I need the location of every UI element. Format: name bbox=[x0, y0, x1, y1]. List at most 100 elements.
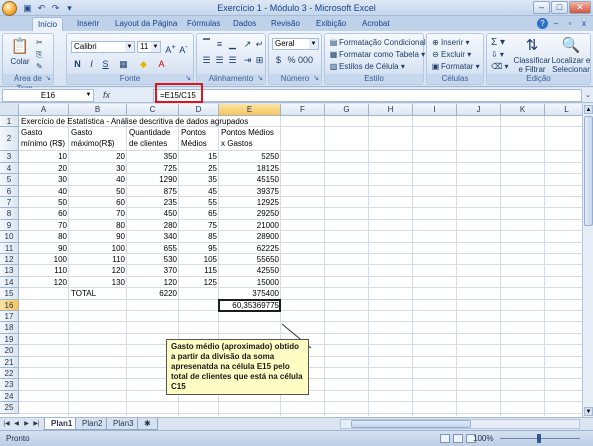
tab-dados[interactable]: Dados bbox=[228, 17, 261, 31]
data-cell[interactable]: 90 bbox=[19, 244, 69, 254]
data-cell[interactable]: 725 bbox=[127, 164, 179, 174]
row-header-25[interactable]: 25 bbox=[0, 402, 19, 414]
name-box[interactable]: E16 ▼ bbox=[2, 89, 94, 102]
close-button[interactable]: ✕ bbox=[569, 1, 591, 14]
data-cell[interactable]: 28900 bbox=[219, 232, 281, 242]
cell-styles-button[interactable]: ▧ Estilos de Célula ▾ bbox=[328, 61, 405, 72]
copy-icon[interactable]: ⎘ bbox=[36, 49, 42, 60]
fill-icon[interactable]: ⇩ ▾ bbox=[491, 49, 504, 60]
header-cell-d-line2[interactable]: Médios bbox=[179, 139, 209, 149]
column-header-g[interactable]: G bbox=[325, 104, 369, 116]
number-format-select[interactable]: Geral ▼ bbox=[272, 38, 319, 50]
select-all-corner[interactable] bbox=[0, 104, 19, 116]
data-cell[interactable]: 105 bbox=[179, 255, 219, 265]
comma-icon[interactable]: 000 bbox=[298, 54, 313, 66]
data-cell[interactable]: 65 bbox=[179, 209, 219, 219]
underline-button[interactable]: S bbox=[99, 58, 112, 70]
tab-formulas[interactable]: Fórmulas bbox=[182, 17, 225, 31]
delete-button[interactable]: ⊖ Excluir ▾ bbox=[430, 49, 471, 60]
horizontal-scrollbar[interactable] bbox=[340, 419, 580, 429]
row-header-23[interactable]: 23 bbox=[0, 379, 19, 391]
column-header-l[interactable]: L bbox=[545, 104, 582, 116]
row-header-3[interactable]: 3 bbox=[0, 151, 19, 163]
tab-acrobat[interactable]: Acrobat bbox=[357, 17, 395, 31]
formula-input[interactable]: =E15/C15 bbox=[153, 89, 582, 102]
row-header-1[interactable]: 1 bbox=[0, 116, 19, 128]
data-cell[interactable]: 10 bbox=[19, 152, 69, 162]
data-cell[interactable]: 18125 bbox=[219, 164, 281, 174]
last-sheet-icon[interactable]: ▶| bbox=[32, 419, 41, 429]
tab-inserir[interactable]: Inserir bbox=[72, 17, 104, 31]
data-cell[interactable]: 80 bbox=[19, 232, 69, 242]
row-header-7[interactable]: 7 bbox=[0, 197, 19, 209]
data-cell[interactable]: 340 bbox=[127, 232, 179, 242]
data-cell[interactable]: 55 bbox=[179, 198, 219, 208]
cut-icon[interactable]: ✂ bbox=[36, 37, 43, 48]
data-cell[interactable]: 15 bbox=[179, 152, 219, 162]
next-sheet-icon[interactable]: ▶ bbox=[22, 419, 31, 429]
data-cell[interactable]: 70 bbox=[19, 221, 69, 231]
zoom-level[interactable]: 100% bbox=[473, 434, 493, 443]
header-cell-e[interactable]: Pontos Médios bbox=[219, 128, 276, 138]
data-cell[interactable]: 45 bbox=[179, 187, 219, 197]
header-cell-a[interactable]: Gasto bbox=[19, 128, 44, 138]
row-header-5[interactable]: 5 bbox=[0, 174, 19, 186]
data-cell[interactable]: 45150 bbox=[219, 175, 281, 185]
data-cell[interactable]: 1290 bbox=[127, 175, 179, 185]
tab-inicio[interactable]: Início bbox=[32, 17, 64, 31]
data-cell[interactable]: 130 bbox=[69, 278, 127, 288]
column-header-b[interactable]: B bbox=[69, 104, 127, 116]
help-icon[interactable]: ? bbox=[537, 18, 548, 29]
column-header-i[interactable]: I bbox=[413, 104, 457, 116]
column-header-a[interactable]: A bbox=[19, 104, 69, 116]
hscroll-thumb[interactable] bbox=[351, 420, 471, 428]
header-cell-c-line2[interactable]: de clientes bbox=[127, 139, 169, 149]
data-cell[interactable]: 70 bbox=[69, 209, 127, 219]
data-cell[interactable]: 62225 bbox=[219, 244, 281, 254]
ribbon-restore-icon[interactable]: ▫ bbox=[564, 18, 576, 29]
data-cell[interactable]: 40 bbox=[19, 187, 69, 197]
tab-layout[interactable]: Layout da Página bbox=[110, 17, 182, 31]
data-cell[interactable]: 39375 bbox=[219, 187, 281, 197]
data-cell[interactable]: 85 bbox=[179, 232, 219, 242]
autosum-icon[interactable]: Σ ▾ bbox=[491, 37, 505, 48]
data-cell[interactable]: 370 bbox=[127, 266, 179, 276]
data-cell[interactable]: 25 bbox=[179, 164, 219, 174]
align-right-icon[interactable]: ☰ bbox=[226, 54, 239, 66]
data-cell[interactable]: 80 bbox=[69, 221, 127, 231]
find-select-button[interactable]: 🔍 Localizar e Selecionar bbox=[551, 36, 591, 74]
row-header-8[interactable]: 8 bbox=[0, 208, 19, 220]
tab-exibicao[interactable]: Exibição bbox=[311, 17, 351, 31]
data-cell[interactable]: 110 bbox=[19, 266, 69, 276]
clear-icon[interactable]: ⌫ ▾ bbox=[491, 61, 509, 72]
row-header-6[interactable]: 6 bbox=[0, 185, 19, 197]
format-button[interactable]: ▣ Formatar ▾ bbox=[430, 61, 480, 72]
column-header-e[interactable]: E bbox=[219, 104, 281, 116]
data-cell[interactable]: 115 bbox=[179, 266, 219, 276]
conditional-format-button[interactable]: ▤Formatação Condicional ▾ bbox=[328, 37, 432, 48]
row-header-15[interactable]: 15 bbox=[0, 288, 19, 300]
align-bottom-icon[interactable]: ▁ bbox=[226, 38, 239, 50]
data-cell[interactable]: 29250 bbox=[219, 209, 281, 219]
merge-icon[interactable]: ⊞ bbox=[253, 54, 266, 66]
header-cell-c[interactable]: Quantidade bbox=[127, 128, 172, 138]
row-header-13[interactable]: 13 bbox=[0, 265, 19, 277]
data-cell[interactable]: 60 bbox=[19, 209, 69, 219]
row-header-4[interactable]: 4 bbox=[0, 162, 19, 175]
data-cell[interactable]: 100 bbox=[19, 255, 69, 265]
header-cell-a-line2[interactable]: mínimo (R$) bbox=[19, 139, 67, 149]
column-header-f[interactable]: F bbox=[281, 104, 325, 116]
clipboard-launcher-icon[interactable]: ↘ bbox=[44, 75, 52, 83]
percent-icon[interactable]: % bbox=[285, 54, 298, 66]
data-cell[interactable]: 21000 bbox=[219, 221, 281, 231]
new-sheet-icon[interactable]: ✱ bbox=[137, 418, 158, 430]
data-cell[interactable]: 450 bbox=[127, 209, 179, 219]
data-cell[interactable]: 90 bbox=[69, 232, 127, 242]
data-cell[interactable]: 110 bbox=[69, 255, 127, 265]
column-header-h[interactable]: H bbox=[369, 104, 413, 116]
paste-button[interactable]: 📋 Colar bbox=[7, 37, 33, 66]
data-cell[interactable]: 35 bbox=[179, 175, 219, 185]
row-header-21[interactable]: 21 bbox=[0, 356, 19, 368]
data-cell[interactable]: 120 bbox=[69, 266, 127, 276]
number-launcher-icon[interactable]: ↘ bbox=[312, 75, 320, 83]
